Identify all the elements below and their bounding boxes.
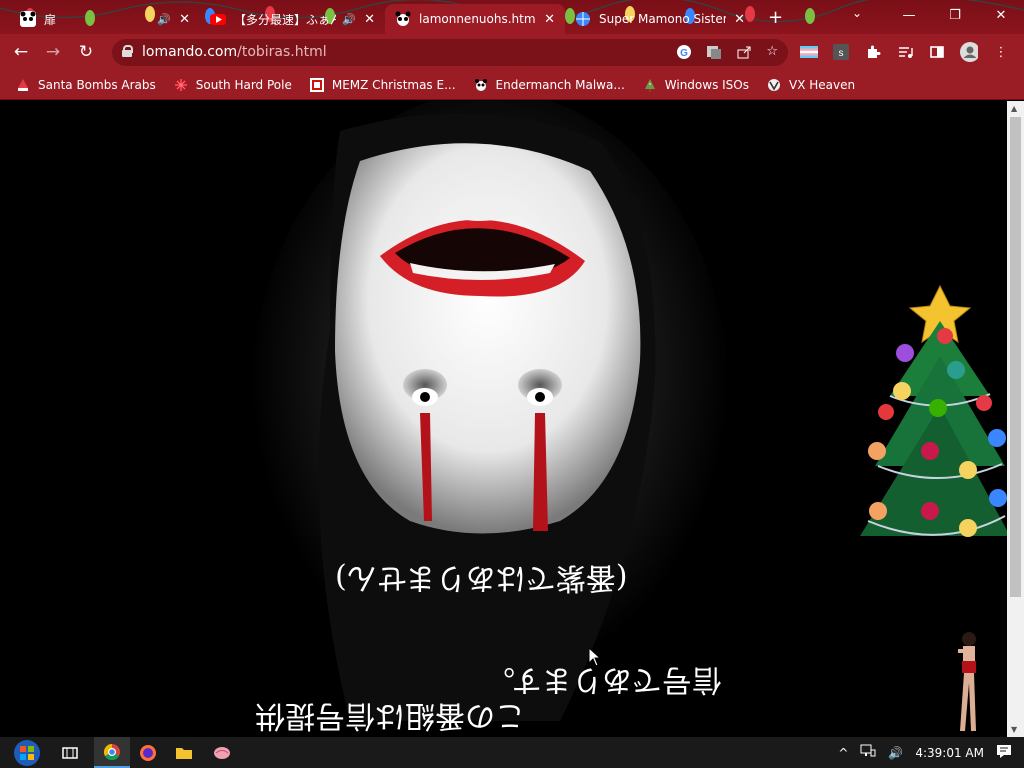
tab-title: lamonnenuohs.html |: [419, 12, 537, 26]
page-content: (番紫ではありません) 信号であります。 この番組は信号提供: [0, 101, 1007, 737]
vertical-scrollbar[interactable]: ▲ ▼: [1007, 101, 1024, 737]
dancing-figure-decoration: [958, 632, 976, 731]
tab-search-chevron-icon[interactable]: ⌄: [852, 6, 862, 20]
url-text[interactable]: lomando.com/tobiras.html: [142, 44, 327, 60]
close-tab-icon[interactable]: ✕: [734, 12, 745, 27]
bookmark-item[interactable]: MEMZ Christmas E...: [309, 77, 456, 92]
christmas-tree-decoration: [860, 284, 1007, 537]
youtube-icon: [210, 11, 226, 27]
bookmark-item[interactable]: South Hard Pole: [174, 78, 292, 92]
trans-flag-extension-icon[interactable]: [800, 43, 818, 61]
bookmark-star-icon[interactable]: ☆: [766, 44, 778, 64]
windows-logo-icon: [14, 739, 40, 766]
close-tab-icon[interactable]: ✕: [544, 12, 555, 27]
bookmark-item[interactable]: Windows ISOs: [643, 78, 749, 92]
tab-1[interactable]: 扉 🔊 ✕: [10, 4, 200, 34]
translate-icon[interactable]: [706, 44, 722, 64]
close-window-button[interactable]: ✕: [978, 0, 1024, 30]
tab-4[interactable]: Super Mamono Sister ✕: [565, 4, 755, 34]
show-hidden-icons-chevron-icon[interactable]: ^: [838, 746, 848, 760]
start-button[interactable]: [8, 737, 46, 768]
task-view-icon: [62, 746, 78, 759]
address-bar[interactable]: lomando.com/tobiras.html G ☆: [112, 39, 788, 66]
share-icon[interactable]: [736, 44, 752, 64]
tab-strip: 扉 🔊 ✕ 【多分最速】ふぁん! 🔊 ✕ lamonnenuohs.html |…: [0, 0, 1024, 34]
clock-time[interactable]: 4:39:01 AM: [915, 746, 984, 760]
file-explorer-taskbar-button[interactable]: [166, 737, 202, 768]
tab-title: 扉: [44, 12, 57, 27]
puzzle-extensions-icon[interactable]: [864, 43, 882, 61]
notifications-icon[interactable]: [996, 744, 1012, 761]
task-view-button[interactable]: [52, 737, 88, 768]
chrome-taskbar-button[interactable]: [94, 737, 130, 768]
media-control-icon[interactable]: [896, 43, 914, 61]
upside-down-caption-1: (番紫ではありません): [335, 560, 628, 595]
s-extension-icon[interactable]: s: [832, 43, 850, 61]
window-controls: — ❐ ✕: [886, 0, 1024, 30]
brain-icon: [214, 746, 230, 759]
svg-text:G: G: [680, 48, 688, 59]
profile-avatar-icon[interactable]: [960, 42, 978, 62]
close-tab-icon[interactable]: ✕: [179, 12, 190, 27]
lock-icon[interactable]: [122, 45, 133, 58]
scroll-down-arrow-icon[interactable]: ▼: [1011, 725, 1017, 734]
upside-down-caption-3: この番組は信号提供: [255, 698, 525, 733]
scrollbar-thumb[interactable]: [1010, 117, 1021, 597]
restore-button[interactable]: ❐: [932, 0, 978, 30]
browser-toolbar: ← → ↻ lomando.com/tobiras.html G ☆ s ⋮: [0, 34, 1024, 70]
windows-taskbar: ^ 🔊 4:39:01 AM: [0, 737, 1024, 768]
firefox-icon: [140, 744, 156, 761]
app-taskbar-button[interactable]: [204, 737, 240, 768]
volume-icon[interactable]: 🔊: [888, 746, 903, 760]
new-tab-button[interactable]: +: [768, 7, 783, 28]
bookmark-item[interactable]: Santa Bombs Arabs: [16, 78, 156, 92]
tab-title: Super Mamono Sister: [599, 12, 727, 26]
system-tray: ^ 🔊 4:39:01 AM: [838, 737, 1024, 768]
tab-3[interactable]: lamonnenuohs.html | ✕: [385, 4, 565, 34]
google-icon[interactable]: G: [676, 44, 692, 64]
firefox-taskbar-button[interactable]: [130, 737, 166, 768]
forward-button[interactable]: →: [42, 41, 64, 63]
reload-button[interactable]: ↻: [75, 41, 97, 63]
santa-icon: [16, 78, 30, 92]
snowflake-icon: [174, 78, 188, 92]
speaker-icon[interactable]: 🔊: [342, 13, 356, 26]
side-panel-icon[interactable]: [928, 43, 946, 61]
bookmarks-bar: Santa Bombs Arabs South Hard Pole MEMZ C…: [0, 70, 1024, 100]
tree-icon: [643, 78, 657, 92]
vx-icon: [767, 78, 781, 92]
panda-icon: [395, 11, 411, 27]
globe-icon: [575, 11, 591, 27]
close-tab-icon[interactable]: ✕: [364, 12, 375, 27]
network-icon[interactable]: [860, 744, 876, 761]
memz-icon: [309, 77, 324, 92]
mouse-cursor-icon: [588, 647, 602, 667]
panda-icon: [20, 11, 36, 27]
scroll-up-arrow-icon[interactable]: ▲: [1011, 104, 1017, 113]
bookmark-item[interactable]: VX Heaven: [767, 78, 855, 92]
minimize-button[interactable]: —: [886, 0, 932, 30]
speaker-icon[interactable]: 🔊: [157, 13, 171, 26]
tab-title: 【多分最速】ふぁん!: [234, 12, 337, 27]
tab-2[interactable]: 【多分最速】ふぁん! 🔊 ✕: [200, 4, 385, 34]
bookmark-item[interactable]: Endermanch Malwa...: [474, 78, 625, 92]
back-button[interactable]: ←: [10, 41, 32, 63]
panda-icon: [474, 78, 488, 92]
folder-icon: [176, 747, 192, 759]
menu-kebab-icon[interactable]: ⋮: [992, 43, 1010, 61]
svg-text:s: s: [839, 48, 844, 59]
chrome-icon: [103, 743, 120, 760]
